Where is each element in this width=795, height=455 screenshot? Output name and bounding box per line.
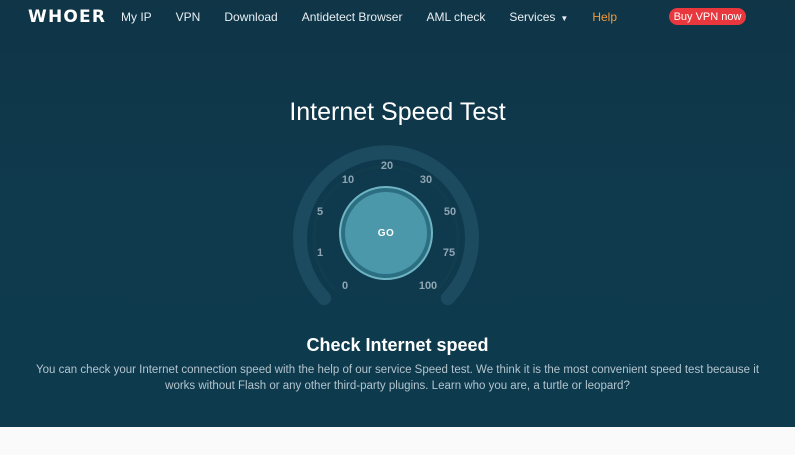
go-button-label: GO	[345, 192, 427, 274]
content-area-below	[0, 427, 795, 455]
tick-label: 20	[380, 160, 394, 172]
whoer-logo[interactable]: WHOER	[28, 7, 106, 27]
nav-my-ip-label: My IP	[121, 10, 152, 24]
go-button[interactable]: GO	[339, 186, 433, 280]
buy-vpn-button[interactable]: Buy VPN now	[669, 8, 746, 25]
nav-antidetect-browser[interactable]: Antidetect Browser	[302, 10, 403, 24]
tick-label: 10	[341, 174, 355, 186]
check-speed-heading: Check Internet speed	[306, 335, 489, 355]
page-title: Internet Speed Test	[289, 98, 506, 126]
tick-label: 75	[442, 247, 456, 259]
chevron-down-icon: ▼	[560, 13, 569, 23]
nav-help[interactable]: Help	[592, 10, 617, 24]
nav-vpn-label: VPN	[175, 10, 201, 24]
nav-vpn[interactable]: VPN	[176, 10, 201, 24]
tick-label: 5	[316, 206, 324, 218]
tick-label: 0	[341, 280, 349, 292]
nav-aml-check-label: AML check	[426, 10, 486, 24]
nav-services[interactable]: Services ▼	[509, 10, 568, 24]
speed-gauge: 0 1 5 10 20 30 50 75 100 GO	[286, 138, 486, 318]
tick-label: 50	[443, 206, 457, 218]
speedtest-page: WHOER My IP VPN Download Antidetect Brow…	[0, 0, 795, 427]
speed-description: You can check your Internet connection s…	[36, 364, 760, 392]
nav-download[interactable]: Download	[224, 10, 277, 24]
nav-help-label: Help	[592, 10, 617, 24]
main-nav: My IP VPN Download Antidetect Browser AM…	[121, 10, 641, 24]
tick-label: 1	[316, 247, 324, 259]
tick-label: 30	[419, 174, 433, 186]
nav-download-label: Download	[224, 10, 278, 24]
tick-label: 100	[418, 280, 438, 292]
nav-services-label: Services	[509, 10, 556, 24]
nav-my-ip[interactable]: My IP	[121, 10, 152, 24]
top-nav-bar: WHOER My IP VPN Download Antidetect Brow…	[0, 0, 795, 34]
nav-antidetect-browser-label: Antidetect Browser	[301, 10, 403, 24]
nav-aml-check[interactable]: AML check	[426, 10, 485, 24]
